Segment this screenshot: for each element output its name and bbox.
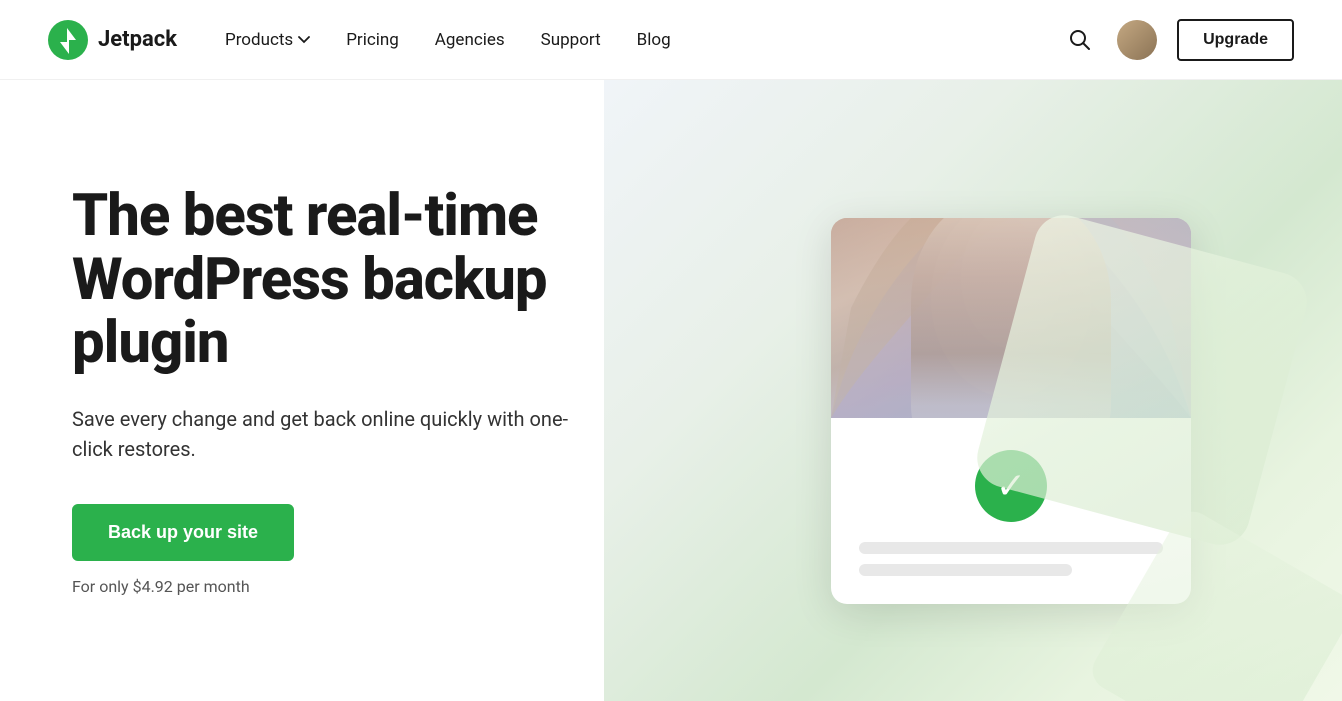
pricing-note: For only $4.92 per month — [72, 577, 620, 596]
hero-content: The best real-time WordPress backup plug… — [0, 80, 680, 701]
logo-text: Jetpack — [98, 27, 177, 52]
navbar: Jetpack Products Pricing Agencies Suppor… — [0, 0, 1342, 80]
jetpack-logo-icon — [48, 20, 88, 60]
nav-agencies[interactable]: Agencies — [435, 30, 505, 50]
avatar[interactable] — [1117, 20, 1157, 60]
logo-link[interactable]: Jetpack — [48, 20, 177, 60]
nav-pricing[interactable]: Pricing — [346, 30, 399, 50]
search-icon — [1069, 29, 1091, 51]
card-line-2 — [859, 564, 1072, 576]
nav-blog[interactable]: Blog — [637, 30, 671, 50]
nav-links: Products Pricing Agencies Support Blog — [225, 30, 671, 50]
card-lines — [859, 542, 1163, 576]
cta-button[interactable]: Back up your site — [72, 504, 294, 561]
upgrade-button[interactable]: Upgrade — [1177, 19, 1294, 61]
nav-actions: Upgrade — [1063, 19, 1294, 61]
avatar-image — [1117, 20, 1157, 60]
hero-subtext: Save every change and get back online qu… — [72, 404, 592, 464]
chevron-down-icon — [298, 34, 310, 46]
hero-headline: The best real-time WordPress backup plug… — [72, 185, 620, 376]
search-button[interactable] — [1063, 23, 1097, 57]
nav-products[interactable]: Products — [225, 30, 310, 50]
hero-section: The best real-time WordPress backup plug… — [0, 80, 1342, 701]
nav-support[interactable]: Support — [541, 30, 601, 50]
card-line-1 — [859, 542, 1163, 554]
hero-visual: ✓ — [680, 80, 1342, 701]
